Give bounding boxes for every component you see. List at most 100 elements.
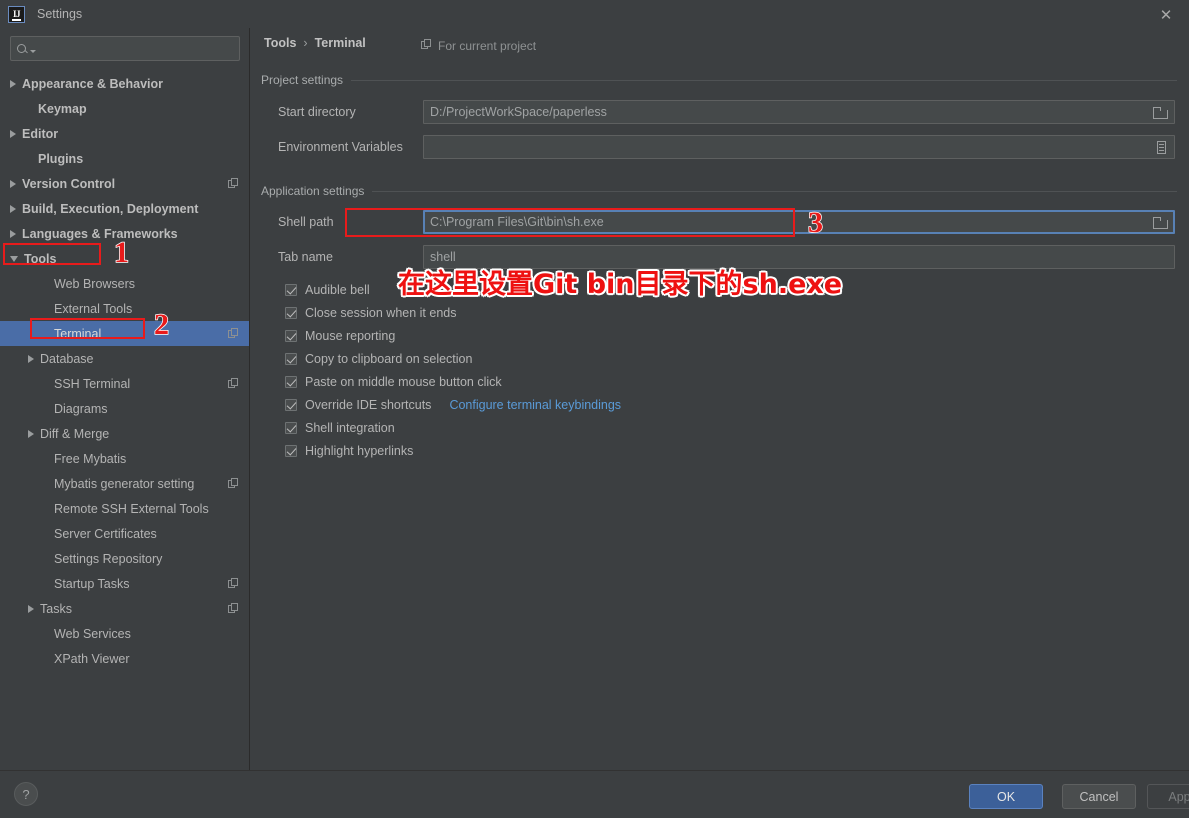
sidebar-item-server-certificates[interactable]: Server Certificates xyxy=(0,521,249,546)
chevron-down-icon xyxy=(30,50,36,53)
sidebar-item-tasks[interactable]: Tasks xyxy=(0,596,249,621)
checkbox-row-shell-integration[interactable]: Shell integration xyxy=(285,416,621,439)
chevron-right-icon[interactable] xyxy=(28,430,34,438)
shell-path-input[interactable]: C:\Program Files\Git\bin\sh.exe xyxy=(423,210,1175,234)
checkbox-row-close-session-when-it-ends[interactable]: Close session when it ends xyxy=(285,301,621,324)
checkbox-indicator[interactable] xyxy=(285,376,297,388)
sidebar-item-editor[interactable]: Editor xyxy=(0,121,249,146)
chevron-right-icon[interactable] xyxy=(28,605,34,613)
chevron-right-icon[interactable] xyxy=(28,355,34,363)
sidebar-item-mybatis-generator-setting[interactable]: Mybatis generator setting xyxy=(0,471,249,496)
copy-settings-icon xyxy=(228,378,239,389)
sidebar-item-web-browsers[interactable]: Web Browsers xyxy=(0,271,249,296)
divider xyxy=(372,191,1177,192)
checkbox-row-audible-bell[interactable]: Audible bell xyxy=(285,278,621,301)
sidebar-item-keymap[interactable]: Keymap xyxy=(0,96,249,121)
intellij-logo-icon: IJ xyxy=(8,6,25,23)
chevron-right-icon[interactable] xyxy=(10,80,16,88)
sidebar-item-label: Mybatis generator setting xyxy=(54,477,194,491)
copy-settings-icon xyxy=(228,328,239,339)
chevron-right-icon[interactable] xyxy=(10,230,16,238)
search-icon xyxy=(17,43,29,55)
divider xyxy=(351,80,1177,81)
breadcrumb-parent[interactable]: Tools xyxy=(264,36,296,50)
sidebar-item-free-mybatis[interactable]: Free Mybatis xyxy=(0,446,249,471)
sidebar-item-diagrams[interactable]: Diagrams xyxy=(0,396,249,421)
sidebar-item-remote-ssh-external-tools[interactable]: Remote SSH External Tools xyxy=(0,496,249,521)
checkbox-indicator[interactable] xyxy=(285,445,297,457)
chevron-right-icon[interactable] xyxy=(10,180,16,188)
chevron-right-icon[interactable] xyxy=(10,205,16,213)
sidebar-item-database[interactable]: Database xyxy=(0,346,249,371)
sidebar-item-label: Keymap xyxy=(38,102,87,116)
sidebar-item-xpath-viewer[interactable]: XPath Viewer xyxy=(0,646,249,671)
sidebar-item-label: Build, Execution, Deployment xyxy=(22,202,198,216)
sidebar-item-build-execution-deployment[interactable]: Build, Execution, Deployment xyxy=(0,196,249,221)
application-settings-group: Application settings xyxy=(261,183,1177,199)
scope-indicator: For current project xyxy=(421,39,536,53)
copy-settings-icon xyxy=(228,578,239,589)
checkbox-label: Close session when it ends xyxy=(305,306,456,320)
sidebar-item-label: Terminal xyxy=(54,327,101,341)
sidebar-item-label: Web Browsers xyxy=(54,277,135,291)
env-vars-input[interactable] xyxy=(423,135,1175,159)
checkbox-row-copy-to-clipboard-on-selection[interactable]: Copy to clipboard on selection xyxy=(285,347,621,370)
checkbox-row-highlight-hyperlinks[interactable]: Highlight hyperlinks xyxy=(285,439,621,462)
sidebar-item-ssh-terminal[interactable]: SSH Terminal xyxy=(0,371,249,396)
sidebar-item-startup-tasks[interactable]: Startup Tasks xyxy=(0,571,249,596)
cancel-button[interactable]: Cancel xyxy=(1062,784,1136,809)
terminal-options-checkbox-list: Audible bell Close session when it ends Mo… xyxy=(285,278,621,462)
sidebar-item-label: Settings Repository xyxy=(54,552,162,566)
sidebar-item-label: External Tools xyxy=(54,302,132,316)
ok-button[interactable]: OK xyxy=(969,784,1043,809)
sidebar-item-languages-frameworks[interactable]: Languages & Frameworks xyxy=(0,221,249,246)
folder-browse-icon[interactable] xyxy=(1153,107,1167,118)
sidebar-item-label: Tools xyxy=(24,252,56,266)
sidebar-item-tools[interactable]: Tools xyxy=(0,246,249,271)
checkbox-label: Highlight hyperlinks xyxy=(305,444,413,458)
sidebar-item-terminal[interactable]: Terminal xyxy=(0,321,249,346)
folder-browse-icon[interactable] xyxy=(1153,217,1167,228)
sidebar-item-web-services[interactable]: Web Services xyxy=(0,621,249,646)
chevron-down-icon[interactable] xyxy=(10,256,18,262)
breadcrumb-separator: › xyxy=(303,36,307,50)
sidebar-item-version-control[interactable]: Version Control xyxy=(0,171,249,196)
checkbox-indicator[interactable] xyxy=(285,353,297,365)
sidebar-item-diff-merge[interactable]: Diff & Merge xyxy=(0,421,249,446)
checkbox-row-override-ide-shortcuts[interactable]: Override IDE shortcutsConfigure terminal… xyxy=(285,393,621,416)
sidebar-item-label: Version Control xyxy=(22,177,115,191)
sidebar-item-label: Appearance & Behavior xyxy=(22,77,163,91)
project-settings-title: Project settings xyxy=(261,73,343,87)
checkbox-indicator[interactable] xyxy=(285,284,297,296)
sidebar-item-plugins[interactable]: Plugins xyxy=(0,146,249,171)
env-variables-icon[interactable] xyxy=(1157,141,1166,154)
checkbox-indicator[interactable] xyxy=(285,399,297,411)
sidebar-item-settings-repository[interactable]: Settings Repository xyxy=(0,546,249,571)
help-button[interactable]: ? xyxy=(14,782,38,806)
sidebar-item-appearance-behavior[interactable]: Appearance & Behavior xyxy=(0,71,249,96)
application-settings-header: Application settings xyxy=(261,183,1177,199)
checkbox-row-paste-on-middle-mouse-button-click[interactable]: Paste on middle mouse button click xyxy=(285,370,621,393)
sidebar-item-label: Database xyxy=(40,352,94,366)
search-input[interactable] xyxy=(10,36,240,61)
start-directory-input[interactable]: D:/ProjectWorkSpace/paperless xyxy=(423,100,1175,124)
close-icon[interactable]: ✕ xyxy=(1157,6,1175,24)
sidebar-item-external-tools[interactable]: External Tools xyxy=(0,296,249,321)
checkbox-indicator[interactable] xyxy=(285,422,297,434)
checkbox-indicator[interactable] xyxy=(285,330,297,342)
shell-path-row: Shell path C:\Program Files\Git\bin\sh.e… xyxy=(278,210,1189,234)
apply-button[interactable]: Apply xyxy=(1147,784,1189,809)
checkbox-indicator[interactable] xyxy=(285,307,297,319)
project-settings-group: Project settings xyxy=(261,72,1177,88)
copy-settings-icon xyxy=(228,178,239,189)
sidebar-item-label: Languages & Frameworks xyxy=(22,227,178,241)
configure-terminal-keybindings-link[interactable]: Configure terminal keybindings xyxy=(449,398,621,412)
chevron-right-icon[interactable] xyxy=(10,130,16,138)
start-directory-label: Start directory xyxy=(278,105,423,119)
copy-settings-icon xyxy=(228,478,239,489)
tab-name-value: shell xyxy=(430,250,456,264)
start-directory-value: D:/ProjectWorkSpace/paperless xyxy=(430,105,607,119)
scope-label: For current project xyxy=(438,39,536,53)
tab-name-input[interactable]: shell xyxy=(423,245,1175,269)
checkbox-row-mouse-reporting[interactable]: Mouse reporting xyxy=(285,324,621,347)
